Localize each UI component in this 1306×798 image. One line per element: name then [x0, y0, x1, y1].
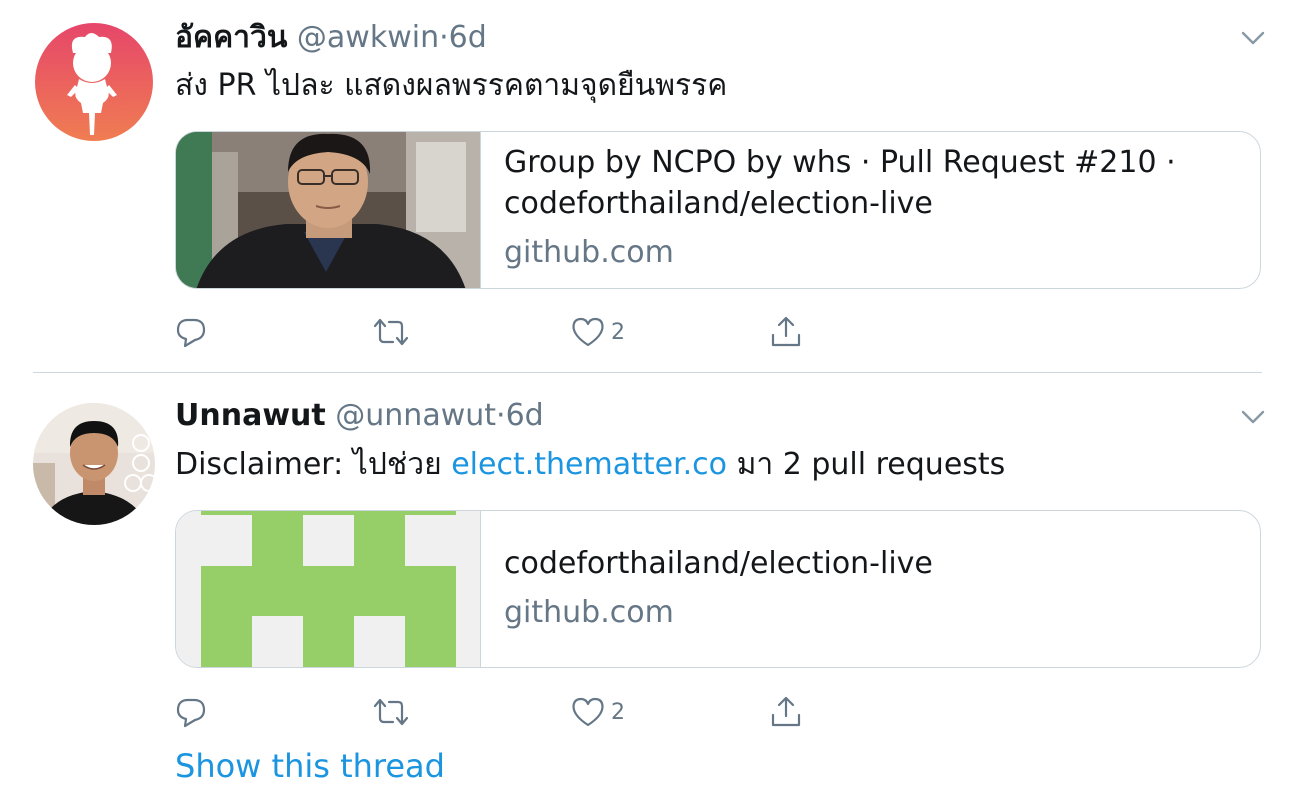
separator-dot: ·	[439, 20, 449, 55]
tweet-text: ส่ง PR ไปละ แสดงผลพรรคตามจุดยืนพรรค	[175, 68, 728, 103]
tweet-text: Disclaimer: ไปช่วย elect.thematter.co มา…	[175, 445, 1005, 485]
person-photo-avatar-icon	[33, 403, 155, 525]
avatar[interactable]	[33, 403, 155, 525]
share-button[interactable]	[769, 692, 803, 732]
reply-icon	[176, 698, 206, 728]
reply-button[interactable]	[175, 692, 207, 732]
tweet[interactable]: Unnawut @unnawut·6d Disclaimer: ไปช่วย e…	[0, 373, 1306, 798]
retweet-icon	[373, 698, 409, 726]
author-handle[interactable]: @awkwin	[297, 20, 439, 55]
chevron-down-icon[interactable]	[1238, 402, 1268, 432]
card-title-line: codeforthailand/election-live	[504, 546, 933, 581]
retweet-icon	[373, 318, 409, 346]
share-icon	[771, 316, 801, 347]
tweet-actions: 2	[175, 312, 815, 352]
tweet-header: อัคคาวิน @awkwin·6d	[175, 18, 487, 58]
reply-button[interactable]	[175, 312, 207, 352]
card-text: codeforthailand/election-live github.com	[504, 543, 1236, 633]
link-card[interactable]: Group by NCPO by whs · Pull Request #210…	[175, 131, 1261, 289]
show-thread-link[interactable]: Show this thread	[175, 746, 445, 786]
person-photo	[176, 132, 481, 288]
card-domain: github.com	[504, 235, 674, 270]
author-handle[interactable]: @unnawut	[335, 398, 496, 433]
like-button[interactable]: 2	[571, 692, 625, 732]
retweet-button[interactable]	[373, 312, 409, 352]
character-silhouette-avatar-icon	[35, 23, 153, 141]
heart-icon	[572, 697, 604, 727]
timestamp[interactable]: 6d	[506, 398, 544, 433]
person-photo-icon	[176, 132, 480, 288]
green-identicon	[176, 511, 481, 667]
green-identicon-icon	[176, 511, 480, 667]
reply-icon	[176, 318, 206, 348]
tweet-text-segment: Disclaimer: ไปช่วย	[175, 447, 452, 482]
tweet-link[interactable]: elect.thematter.co	[451, 447, 727, 482]
tweet-text-segment: มา 2 pull requests	[727, 447, 1006, 482]
avatar[interactable]	[35, 23, 153, 141]
author-name[interactable]: อัคคาวิน	[175, 20, 287, 55]
tweet[interactable]: อัคคาวิน @awkwin·6d ส่ง PR ไปละ แสดงผลพร…	[0, 0, 1306, 372]
like-count: 2	[611, 319, 625, 345]
card-domain: github.com	[504, 595, 674, 630]
tweet-header: Unnawut @unnawut·6d	[175, 396, 544, 436]
heart-icon	[572, 317, 604, 347]
like-button[interactable]: 2	[571, 312, 625, 352]
author-name[interactable]: Unnawut	[175, 398, 326, 433]
chevron-down-icon[interactable]	[1238, 23, 1268, 53]
card-title-line: codeforthailand/election-live	[504, 186, 933, 221]
timestamp[interactable]: 6d	[449, 20, 487, 55]
share-button[interactable]	[769, 312, 803, 352]
link-card[interactable]: codeforthailand/election-live github.com	[175, 510, 1261, 668]
tweet-actions: 2	[175, 692, 815, 732]
retweet-button[interactable]	[373, 692, 409, 732]
card-title-line: Group by NCPO by whs · Pull Request #210…	[504, 145, 1176, 180]
card-text: Group by NCPO by whs · Pull Request #210…	[504, 142, 1236, 273]
like-count: 2	[611, 699, 625, 725]
share-icon	[771, 696, 801, 727]
separator-dot: ·	[496, 398, 506, 433]
